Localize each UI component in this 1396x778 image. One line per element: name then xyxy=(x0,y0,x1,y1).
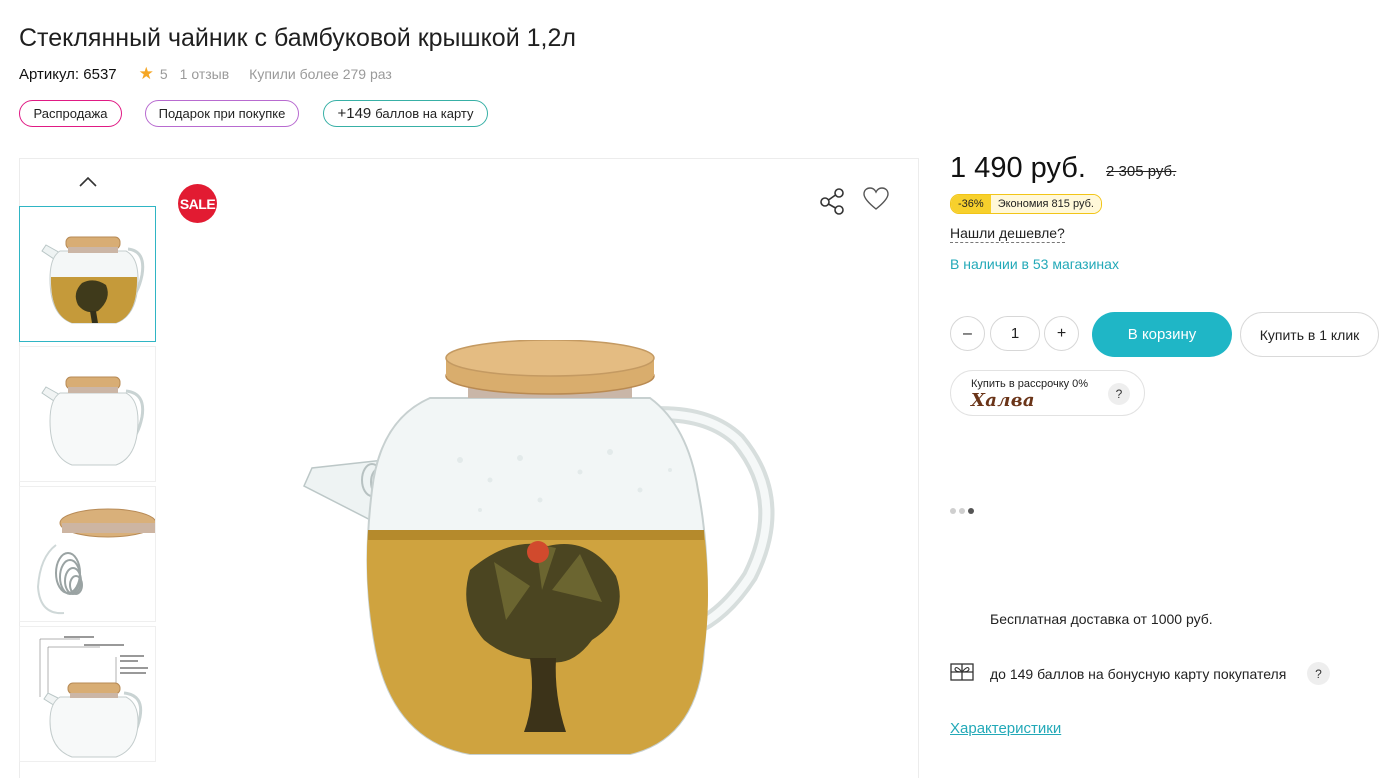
teapot-empty-image xyxy=(41,376,145,466)
tag-sale[interactable]: Распродажа xyxy=(19,100,122,127)
thumbnail-2[interactable] xyxy=(19,346,156,482)
carousel-dot[interactable] xyxy=(950,508,956,514)
sale-badge: SALE xyxy=(178,184,217,223)
savings-amount: Экономия 815 руб. xyxy=(990,195,1101,213)
points-label: баллов на карту xyxy=(375,106,474,121)
star-icon: ★ xyxy=(138,64,154,83)
purchases-count: Купили более 279 раз xyxy=(249,66,392,82)
thumbnail-4[interactable] xyxy=(19,626,156,762)
lid-strainer-image xyxy=(36,508,155,615)
discount-percent: -36% xyxy=(951,195,991,213)
teapot-tea-image xyxy=(41,236,145,324)
old-price: 2 305 руб. xyxy=(1106,163,1177,180)
quantity-decrease-button[interactable]: – xyxy=(950,316,985,351)
teapot-diagram-image xyxy=(39,636,148,758)
add-to-cart-button[interactable]: В корзину xyxy=(1092,312,1232,357)
carousel-dots xyxy=(950,508,974,514)
points-amount: +149 xyxy=(337,105,372,122)
bonus-card-icon xyxy=(950,663,974,681)
stock-availability-link[interactable]: В наличии в 53 магазинах xyxy=(950,256,1119,272)
heart-icon[interactable] xyxy=(862,186,890,212)
bonus-points-text: до 149 баллов на бонусную карту покупате… xyxy=(990,666,1287,682)
share-icon[interactable] xyxy=(819,187,847,215)
thumbnail-3[interactable] xyxy=(19,486,156,622)
sku-label: Артикул: 6537 xyxy=(19,65,117,83)
reviews-link[interactable]: 1 отзыв xyxy=(180,66,230,82)
discount-badge: -36% Экономия 815 руб. xyxy=(950,194,1102,214)
quantity-input[interactable] xyxy=(990,316,1040,351)
found-cheaper-link[interactable]: Нашли дешевле? xyxy=(950,225,1065,243)
free-delivery-text: Бесплатная доставка от 1000 руб. xyxy=(990,611,1213,627)
help-icon[interactable]: ? xyxy=(1307,662,1330,685)
characteristics-link[interactable]: Характеристики xyxy=(950,720,1061,737)
product-main-image[interactable] xyxy=(280,339,820,768)
tag-gift[interactable]: Подарок при покупке xyxy=(145,100,299,127)
chevron-up-icon[interactable] xyxy=(76,171,100,193)
quantity-increase-button[interactable]: + xyxy=(1044,316,1079,351)
installment-label: Купить в рассрочку 0% xyxy=(971,378,1089,390)
tag-points[interactable]: +149 баллов на карту xyxy=(323,100,488,127)
rating-value: 5 xyxy=(159,66,168,82)
carousel-dot-active[interactable] xyxy=(968,508,974,514)
halva-installment-button[interactable]: Купить в рассрочку 0% Халва ? xyxy=(950,370,1145,416)
product-meta: Артикул: 6537 ★ 5 1 отзыв Купили более 2… xyxy=(19,64,392,84)
product-title: Стеклянный чайник с бамбуковой крышкой 1… xyxy=(19,24,576,52)
buy-one-click-button[interactable]: Купить в 1 клик xyxy=(1240,312,1379,357)
halva-logo: Халва xyxy=(971,390,1035,411)
thumbnail-1[interactable] xyxy=(19,206,156,342)
current-price: 1 490 руб. xyxy=(950,152,1086,184)
help-icon[interactable]: ? xyxy=(1108,383,1130,405)
carousel-dot[interactable] xyxy=(959,508,965,514)
